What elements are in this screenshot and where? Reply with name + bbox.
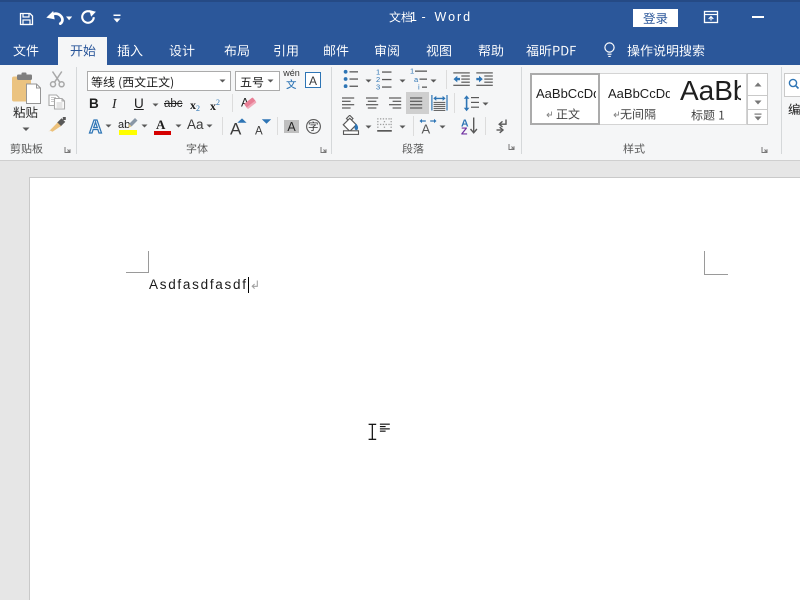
svg-text:A: A xyxy=(422,122,431,136)
svg-text:A: A xyxy=(89,117,102,135)
svg-text:ab: ab xyxy=(118,119,130,131)
svg-text:Z: Z xyxy=(461,126,468,135)
svg-text:i: i xyxy=(418,83,420,91)
svg-text:A: A xyxy=(255,125,263,135)
svg-text:3: 3 xyxy=(376,83,380,91)
